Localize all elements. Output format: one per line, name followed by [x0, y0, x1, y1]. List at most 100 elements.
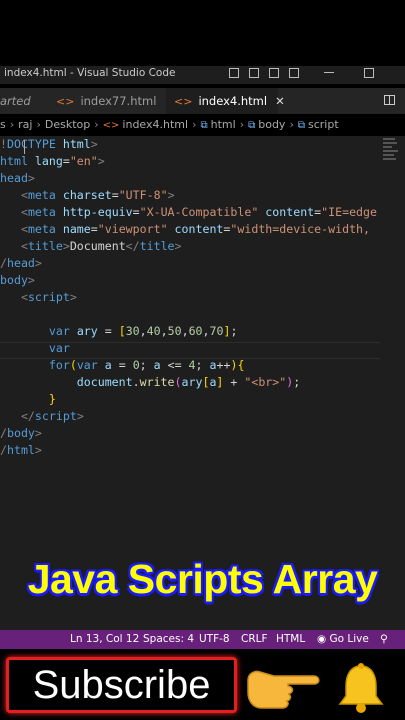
code-line[interactable]: for(var a = 0; a <= 4; a++){ — [0, 357, 377, 374]
go-live-button[interactable]: ◉ Go Live — [317, 633, 369, 645]
code-token: script — [34, 409, 77, 423]
code-token: ( — [69, 358, 77, 372]
breadcrumb-item[interactable]: index4.html — [122, 118, 188, 131]
split-editor-icon[interactable] — [384, 95, 395, 105]
tab-index77[interactable]: <> index77.html — [56, 88, 166, 114]
code-line[interactable]: html lang="en"> — [0, 153, 377, 170]
tab-label: index77.html — [80, 94, 157, 108]
chevron-right-icon: › — [36, 118, 41, 131]
code-line[interactable]: <script> — [0, 289, 377, 306]
code-line[interactable]: <title>Document</title> — [0, 238, 377, 255]
code-line[interactable]: /head> — [0, 255, 377, 272]
cursor-position[interactable]: Ln 13, Col 12 — [70, 633, 139, 645]
breadcrumb-item[interactable]: body — [258, 118, 285, 131]
code-token: > — [34, 426, 42, 440]
code-token: Document — [69, 239, 126, 253]
code-line[interactable]: /body> — [0, 425, 377, 442]
breadcrumb-item[interactable]: html — [211, 118, 236, 131]
code-token: < — [20, 222, 28, 236]
maximize-icon[interactable] — [364, 68, 374, 78]
text-cursor — [24, 140, 25, 154]
breadcrumb-item[interactable]: script — [308, 118, 339, 131]
tab-index4[interactable]: <> index4.html ✕ — [166, 88, 285, 114]
code-token: "<br>" — [244, 375, 287, 389]
breadcrumb-item[interactable]: s — [0, 118, 6, 131]
code-token: > — [76, 409, 84, 423]
tab-get-started[interactable]: arted — [0, 88, 52, 114]
code-line[interactable]: !DOCTYPE html> — [0, 136, 377, 153]
code-token: ; — [230, 324, 238, 338]
layout-sidebar-icon[interactable] — [229, 68, 239, 78]
code-token: head — [6, 256, 35, 270]
line-ending[interactable]: CRLF — [241, 633, 268, 645]
subscribe-button[interactable]: Subscribe — [6, 657, 237, 713]
layout-secondary-icon[interactable] — [269, 68, 279, 78]
element-icon: ⧉ — [297, 120, 305, 131]
code-line[interactable]: </script> — [0, 408, 377, 425]
customize-layout-icon[interactable] — [289, 68, 299, 78]
code-line[interactable]: <meta http-equiv="X-UA-Compatible" conte… — [0, 204, 377, 221]
code-token: a — [153, 358, 161, 372]
code-line[interactable]: var — [0, 340, 377, 357]
code-lines[interactable]: !DOCTYPE html> html lang="en"> head> <meta… — [0, 136, 377, 459]
encoding[interactable]: UTF-8 — [199, 633, 230, 645]
code-token: "X-UA-Compatible" — [139, 205, 259, 219]
code-line[interactable]: <meta charset="UTF-8"> — [0, 187, 377, 204]
accounts-icon[interactable]: ⚲ — [380, 633, 388, 645]
code-token: html — [0, 154, 28, 168]
code-line[interactable]: var ary = [30,40,50,60,70]; — [0, 323, 377, 340]
minimize-icon[interactable] — [324, 72, 334, 73]
code-token: = — [62, 154, 70, 168]
code-token: > — [62, 239, 70, 253]
code-line[interactable]: } — [0, 391, 377, 408]
code-token: ary — [181, 375, 203, 389]
code-token: < — [20, 188, 28, 202]
code-token: 70 — [209, 324, 224, 338]
code-token: ++ — [216, 358, 231, 372]
code-line[interactable]: body> — [0, 272, 377, 289]
code-line[interactable]: document.write(ary[a] + "<br>"); — [0, 374, 377, 391]
code-token: <= — [160, 358, 189, 372]
code-token: DOCTYPE — [6, 137, 56, 151]
code-line[interactable]: /html> — [0, 442, 377, 459]
code-token: title — [27, 239, 63, 253]
code-token: meta — [27, 205, 56, 219]
html-file-icon: <> — [174, 95, 193, 108]
code-token: = — [90, 222, 98, 236]
layout-panel-icon[interactable] — [249, 68, 259, 78]
chevron-right-icon: › — [9, 118, 15, 131]
tab-label: index4.html — [198, 94, 268, 108]
chevron-right-icon: › — [239, 118, 245, 131]
code-token: write — [139, 375, 175, 389]
code-token: meta — [27, 188, 56, 202]
code-token: = — [132, 205, 140, 219]
subscribe-label: Subscribe — [32, 663, 211, 707]
code-line[interactable]: head> — [0, 170, 377, 187]
code-token: 50 — [167, 324, 182, 338]
code-line[interactable]: <meta name="viewport" content="width=dev… — [0, 221, 377, 238]
language-mode[interactable]: HTML — [276, 633, 305, 645]
element-icon: ⧉ — [248, 120, 256, 131]
code-token: http-equiv — [62, 205, 133, 219]
code-line[interactable] — [0, 306, 377, 323]
breadcrumb-item[interactable]: raj — [18, 118, 32, 131]
indentation[interactable]: Spaces: 4 — [143, 633, 194, 645]
code-token: "viewport" — [97, 222, 168, 236]
code-token: title — [139, 239, 175, 253]
code-token: / — [0, 426, 7, 440]
close-icon[interactable]: ✕ — [275, 94, 285, 108]
code-token: script — [27, 290, 70, 304]
minimap[interactable] — [383, 136, 399, 176]
breadcrumb-item[interactable]: Desktop — [45, 118, 90, 131]
code-token: > — [90, 137, 98, 151]
code-token: [ — [118, 324, 126, 338]
code-token: > — [34, 443, 42, 457]
